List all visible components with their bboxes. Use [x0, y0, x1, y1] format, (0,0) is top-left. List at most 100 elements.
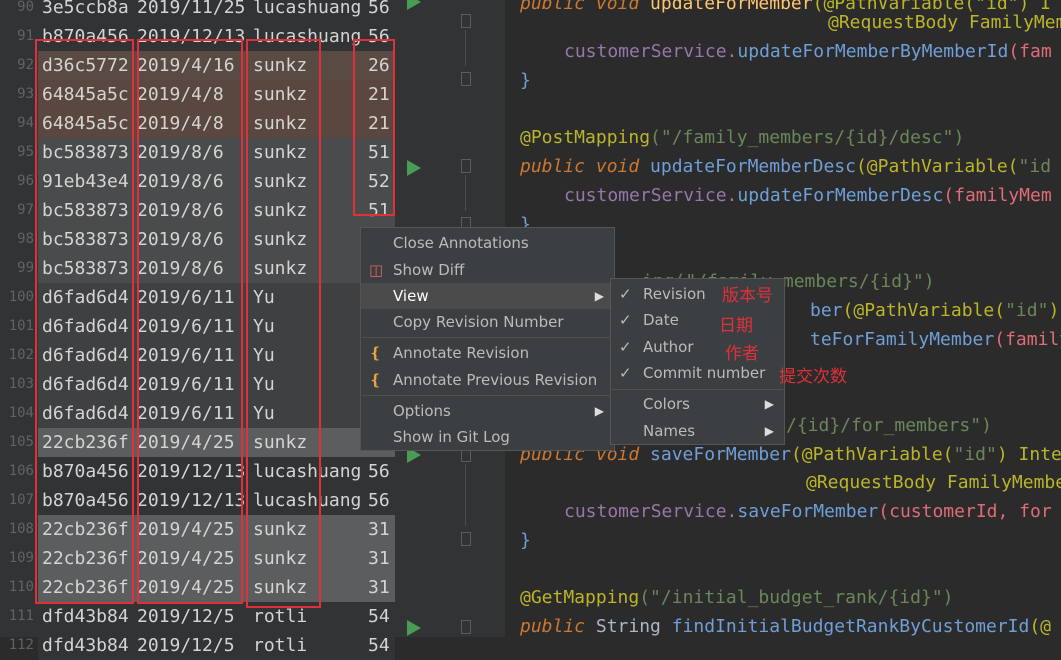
- check-icon: ✓: [619, 311, 632, 329]
- annotation-revision: 91eb43e4: [42, 171, 129, 192]
- annotation-row[interactable]: dfd43b84 2019/12/5 rotli 54: [38, 602, 395, 631]
- menu-item-show-git-log[interactable]: Show in Git Log: [361, 424, 614, 450]
- annotation-revision: 22cb236f: [42, 548, 129, 569]
- annotation-author: Yu: [253, 316, 275, 337]
- annotation-author: rotli: [253, 606, 308, 627]
- submenu-arrow-icon: ▶: [594, 289, 604, 303]
- annotation-row[interactable]: b870a456 2019/12/13 lucashuang 56: [38, 486, 395, 515]
- annotation-commit-count: 56: [368, 461, 390, 482]
- menu-item-close-annotations[interactable]: Close Annotations: [361, 230, 614, 256]
- fold-marker-icon[interactable]: [461, 532, 471, 546]
- annotation-revision: 22cb236f: [42, 519, 129, 540]
- annotation-row[interactable]: b870a456 2019/12/13 lucashuang 56: [38, 22, 395, 51]
- code-line: }: [520, 70, 531, 91]
- annotation-row[interactable]: 22cb236f2019/4/25sunkz31: [38, 515, 395, 544]
- fold-guide: [465, 175, 466, 211]
- line-number-gutter: 90 91 92 93 94 95 96 97 98 99 100 101 102 103 104 105 10…: [0, 0, 38, 653]
- annotation-row[interactable]: bc5838732019/8/6sunkz51: [38, 138, 395, 167]
- annotation-row[interactable]: 3e5ccb8a 2019/11/25 lucashuang 56: [38, 0, 395, 22]
- annotation-row[interactable]: 22cb236f2019/4/25sunkz31: [38, 428, 395, 457]
- annotation-row[interactable]: 64845a5c 2019/4/8 sunkz 21: [38, 109, 395, 138]
- menu-item-annotate-revision[interactable]: ❴ Annotate Revision: [361, 340, 614, 366]
- annotation-row[interactable]: 22cb236f2019/4/25sunkz31: [38, 544, 395, 573]
- submenu-item-colors[interactable]: Colors ▶: [611, 391, 784, 417]
- note-date: 日期: [719, 316, 753, 336]
- annotation-author: sunkz: [253, 229, 308, 250]
- menu-item-view[interactable]: View ▶: [361, 283, 614, 309]
- annotation-date: 2019/8/6: [137, 258, 224, 279]
- annotation-row[interactable]: d36c5772 2019/4/16 sunkz 26: [38, 51, 395, 80]
- annotation-row[interactable]: 22cb236f2019/4/25sunkz31: [38, 573, 395, 602]
- submenu-item-names[interactable]: Names ▶: [611, 418, 784, 444]
- fold-marker-icon[interactable]: [461, 72, 471, 86]
- annotation-revision: bc583873: [42, 142, 129, 163]
- line-number: 93: [17, 86, 34, 102]
- annotation-revision: 22cb236f: [42, 432, 129, 453]
- annotation-row[interactable]: d6fad6d42019/6/11Yu56: [38, 312, 395, 341]
- annotation-column[interactable]: 3e5ccb8a 2019/11/25 lucashuang 56 b870a456 20…: [38, 0, 395, 660]
- menu-item-copy-revision[interactable]: Copy Revision Number: [361, 309, 614, 335]
- code-line: ber(@PathVariable("id") I: [810, 300, 1060, 321]
- code-line: public void updateForMemberDesc(@PathVar…: [520, 156, 1052, 177]
- annotation-commit-count: 54: [368, 606, 390, 627]
- code-line: @RequestBody FamilyMembe: [806, 472, 1061, 493]
- annotation-revision: 64845a5c: [42, 84, 129, 105]
- fold-marker-icon[interactable]: [461, 14, 471, 28]
- annotation-revision: bc583873: [42, 258, 129, 279]
- annotation-row[interactable]: 91eb43e4 2019/8/6 sunkz 52: [38, 167, 395, 196]
- run-gutter-icon[interactable]: [407, 0, 421, 10]
- annotation-revision: b870a456: [42, 490, 129, 511]
- annotation-date: 2019/4/25: [137, 519, 235, 540]
- annotation-date: 2019/4/25: [137, 432, 235, 453]
- annotation-revision: d6fad6d4: [42, 316, 129, 337]
- annotation-row[interactable]: d6fad6d42019/6/11Yu56: [38, 341, 395, 370]
- annotation-row[interactable]: d6fad6d42019/6/11Yu56: [38, 283, 395, 312]
- annotation-revision: bc583873: [42, 229, 129, 250]
- annotation-date: 2019/4/8: [137, 113, 224, 134]
- annotation-row[interactable]: b870a456 2019/12/13 lucashuang 56: [38, 457, 395, 486]
- annotation-commit-count: 31: [368, 577, 390, 598]
- line-number: 97: [17, 202, 34, 218]
- annotation-author: Yu: [253, 287, 275, 308]
- annotation-date: 2019/8/6: [137, 171, 224, 192]
- annotation-row[interactable]: bc5838732019/8/6sunkz51: [38, 225, 395, 254]
- menu-item-show-diff[interactable]: ◫ Show Diff: [361, 257, 614, 283]
- annotation-revision: dfd43b84: [42, 635, 129, 656]
- code-line: customerService.saveForMember(customerId…: [564, 501, 1052, 522]
- annotation-revision: 3e5ccb8a: [42, 0, 129, 18]
- line-number: 100: [8, 289, 34, 305]
- annotation-row[interactable]: bc5838732019/8/6sunkz51: [38, 196, 395, 225]
- annotation-row[interactable]: dfd43b84 2019/12/5 rotli 54: [38, 631, 395, 660]
- annotation-commit-count: 51: [368, 142, 390, 163]
- code-line: teForFamilyMember(familyMe: [810, 329, 1061, 350]
- annotation-commit-count: 56: [368, 26, 390, 47]
- code-line: @PostMapping("/family_members/{id}/desc"…: [520, 127, 965, 148]
- menu-item-annotate-previous[interactable]: ❴ Annotate Previous Revision: [361, 367, 614, 393]
- annotation-row[interactable]: bc5838732019/8/6sunkz51: [38, 254, 395, 283]
- annotation-row[interactable]: 64845a5c 2019/4/8 sunkz 21: [38, 80, 395, 109]
- annotation-commit-count: 51: [368, 200, 390, 221]
- annotation-date: 2019/12/5: [137, 606, 235, 627]
- annotation-date: 2019/6/11: [137, 403, 235, 424]
- annotation-commit-count: 52: [368, 171, 390, 192]
- annotation-date: 2019/8/6: [137, 142, 224, 163]
- annotation-revision: d6fad6d4: [42, 287, 129, 308]
- menu-separator: [612, 389, 783, 390]
- annotation-author: lucashuang: [253, 490, 362, 511]
- run-gutter-icon[interactable]: [407, 160, 421, 176]
- submenu-item-date[interactable]: ✓ Date: [611, 307, 784, 333]
- annotation-revision: b870a456: [42, 461, 129, 482]
- line-number: 103: [8, 376, 34, 392]
- annotation-date: 2019/8/6: [137, 200, 224, 221]
- run-gutter-icon[interactable]: [407, 620, 421, 636]
- annotation-revision: d6fad6d4: [42, 374, 129, 395]
- fold-marker-icon[interactable]: [461, 159, 471, 173]
- annotate-icon: ❴: [369, 371, 382, 389]
- check-icon: ✓: [619, 364, 632, 382]
- fold-marker-icon[interactable]: [461, 620, 471, 634]
- annotation-row[interactable]: d6fad6d42019/6/11Yu56: [38, 399, 395, 428]
- annotation-row[interactable]: d6fad6d42019/6/11Yu56: [38, 370, 395, 399]
- menu-item-options[interactable]: Options ▶: [361, 398, 614, 424]
- annotation-date: 2019/12/13: [137, 490, 246, 511]
- annotation-author: Yu: [253, 345, 275, 366]
